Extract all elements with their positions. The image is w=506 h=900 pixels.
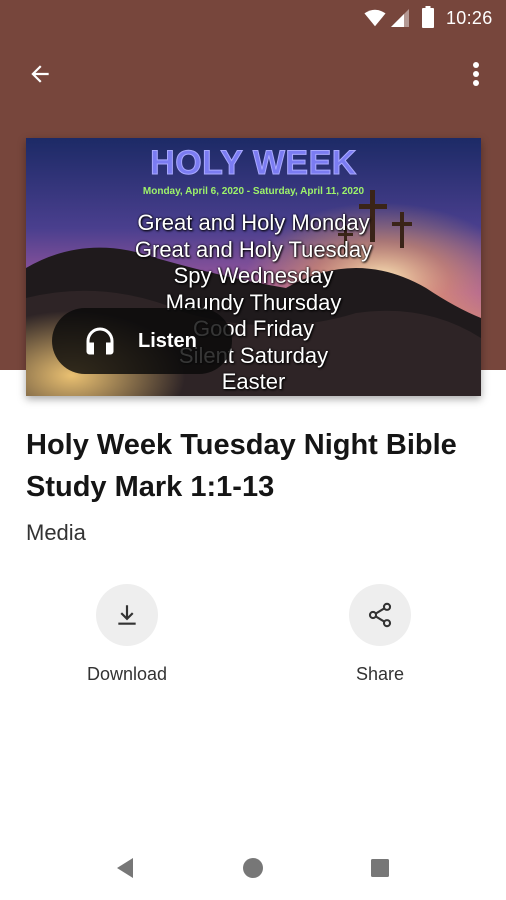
arrow-back-icon <box>31 65 49 83</box>
headphones-icon <box>86 327 114 355</box>
nav-recents-button[interactable] <box>360 848 400 888</box>
download-icon <box>118 605 136 625</box>
battery-icon <box>422 6 434 28</box>
nav-back-button[interactable] <box>105 848 145 888</box>
download-button[interactable]: Download <box>67 584 187 685</box>
more-options-button[interactable] <box>456 54 496 94</box>
episode-title: Holy Week Tuesday Night Bible Study Mark… <box>26 429 457 503</box>
triangle-back-icon <box>117 858 133 878</box>
share-label: Share <box>355 664 405 684</box>
artwork-day: Great and Holy Tuesday <box>134 236 373 262</box>
status-bar: 10:26 <box>0 0 506 36</box>
artwork-heading: HOLY WEEK <box>150 144 357 183</box>
listen-label: Listen <box>138 329 197 352</box>
cell-signal-icon <box>391 9 409 27</box>
listen-button[interactable]: Listen <box>52 308 232 374</box>
back-button[interactable] <box>20 54 60 94</box>
nav-home-button[interactable] <box>233 848 273 888</box>
share-icon-circle <box>349 584 411 646</box>
share-button[interactable]: Share <box>320 584 440 685</box>
wifi-icon <box>364 9 386 27</box>
artwork-dates: Monday, April 6, 2020 - Saturday, April … <box>142 186 365 197</box>
download-label: Download <box>86 664 168 684</box>
artwork-day: Spy Wednesday <box>173 263 334 288</box>
download-icon-circle <box>96 584 158 646</box>
status-time: 10:26 <box>446 8 493 28</box>
circle-home-icon <box>243 858 263 878</box>
system-navigation-bar <box>0 836 506 900</box>
app-bar <box>0 40 506 108</box>
artwork-day: Great and Holy Monday <box>137 210 370 235</box>
more-vert-icon <box>473 62 479 86</box>
square-recents-icon <box>371 859 389 877</box>
episode-category: Media <box>26 520 86 545</box>
share-icon <box>368 602 392 628</box>
